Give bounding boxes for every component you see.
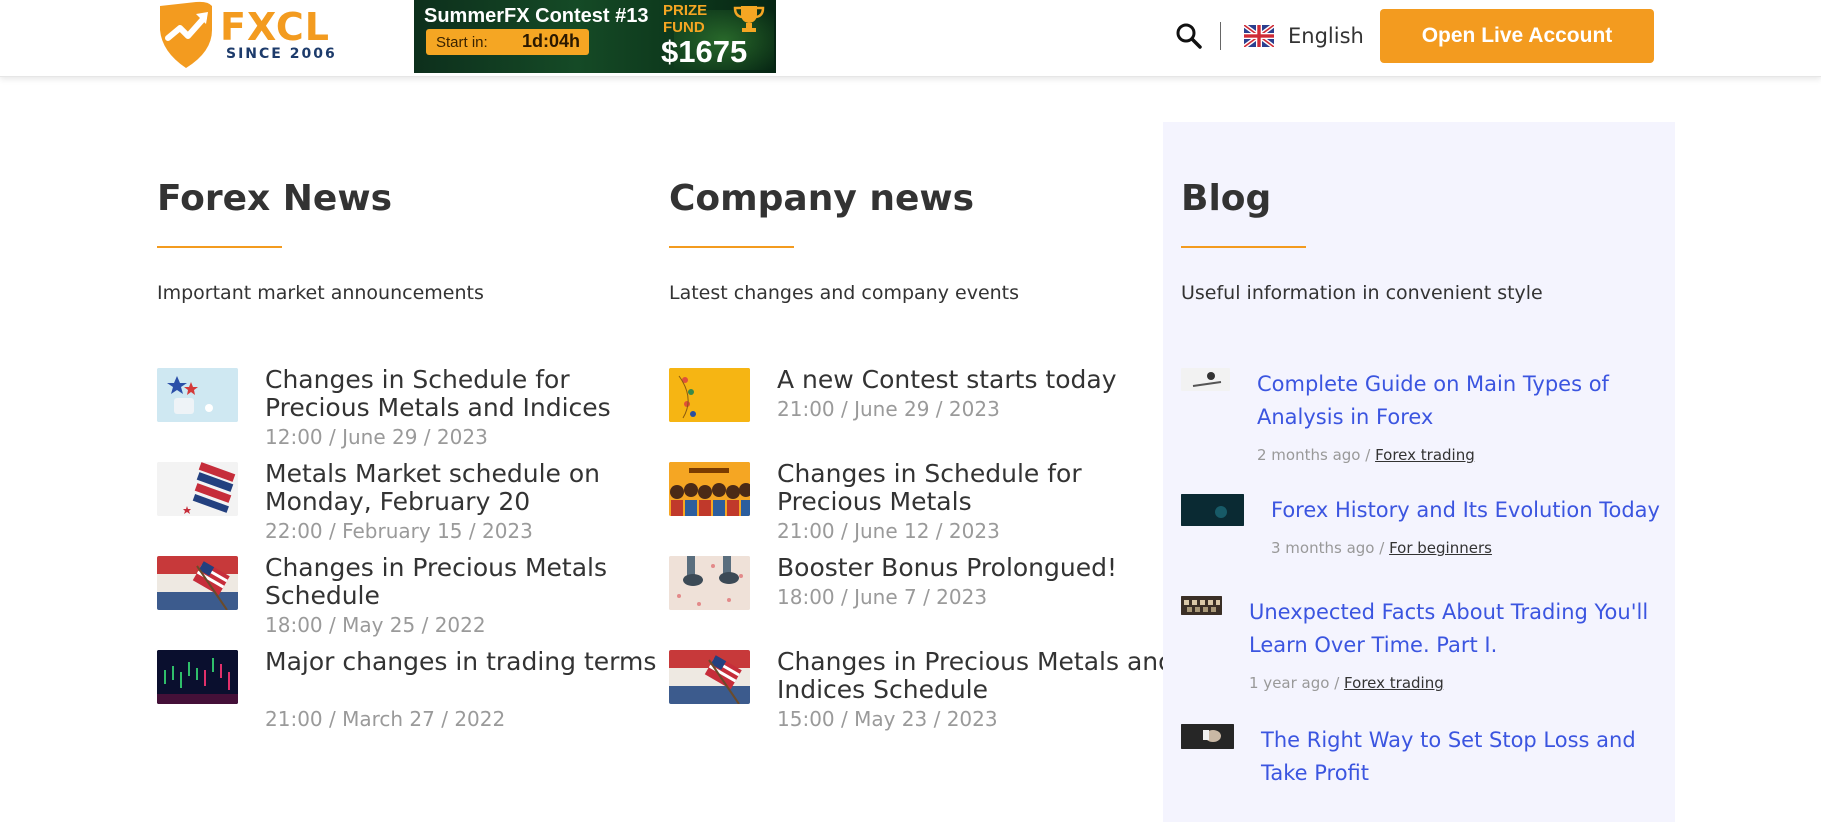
banner-title: SummerFX Contest #13	[424, 5, 649, 27]
blog-post-title[interactable]: The Right Way to Set Stop Loss and Take …	[1261, 724, 1641, 790]
news-date: 22:00 / February 15 / 2023	[265, 519, 533, 543]
blog-thumb	[1181, 494, 1244, 526]
banner-countdown: Start in: 1d:04h	[426, 29, 589, 55]
title-underline	[669, 246, 794, 248]
news-title[interactable]: Metals Market schedule on Monday, Februa…	[265, 460, 665, 516]
forex-news-section: Forex News Important market announcement…	[157, 122, 656, 762]
news-title[interactable]: Booster Bonus Prolongued!	[777, 554, 1177, 582]
news-date: 18:00 / June 7 / 2023	[777, 585, 988, 609]
news-date: 21:00 / June 29 / 2023	[777, 397, 1000, 421]
fxcl-logo[interactable]: FXCL SINCE 2006	[156, 0, 346, 70]
news-date: 12:00 / June 29 / 2023	[265, 425, 488, 449]
news-item[interactable]: Booster Bonus Prolongued! 18:00 / June 7…	[669, 554, 1159, 636]
logo-name: FXCL	[220, 5, 331, 49]
language-label: English	[1288, 24, 1364, 48]
blog-post-meta: 3 months ago / For beginners	[1271, 539, 1492, 557]
stars-thumb	[157, 368, 238, 422]
title-underline	[1181, 246, 1306, 248]
blog-post-category[interactable]: Forex trading	[1375, 446, 1475, 464]
countdown-label: Start in:	[436, 34, 488, 51]
blog-title: Blog	[1181, 178, 1272, 219]
news-title[interactable]: Major changes in trading terms	[265, 648, 665, 676]
news-date: 15:00 / May 23 / 2023	[777, 707, 998, 731]
blog-thumb	[1181, 724, 1234, 749]
company-news-section: Company news Latest changes and company …	[669, 122, 1174, 762]
prize-label-line1: PRIZE	[663, 2, 708, 19]
people-thumb	[669, 462, 750, 516]
company-news-subtitle: Latest changes and company events	[669, 282, 1020, 304]
news-title[interactable]: A new Contest starts today	[777, 366, 1177, 394]
blog-post-meta: 1 year ago / Forex trading	[1249, 674, 1444, 692]
us-flag-thumb	[669, 650, 750, 704]
blog-post-age: 1 year ago /	[1249, 674, 1340, 692]
shoes-thumb	[669, 556, 750, 610]
news-item[interactable]: Changes in Schedule for Precious Metals …	[669, 460, 1159, 543]
chart-thumb	[157, 650, 238, 704]
shield-logo-icon	[160, 1, 212, 68]
blog-post-category[interactable]: For beginners	[1389, 539, 1492, 557]
news-date: 21:00 / March 27 / 2022	[265, 707, 506, 731]
news-title[interactable]: Changes in Schedule for Precious Metals	[777, 460, 1177, 516]
blog-post-age: 3 months ago /	[1271, 539, 1385, 557]
language-selector[interactable]: English	[1244, 22, 1364, 50]
prize-amount: $1675	[661, 34, 748, 69]
blog-subtitle: Useful information in convenient style	[1181, 282, 1543, 304]
news-title[interactable]: Changes in Schedule for Precious Metals …	[265, 366, 665, 422]
blog-post-title[interactable]: Forex History and Its Evolution Today	[1271, 494, 1661, 527]
news-item[interactable]: Changes in Schedule for Precious Metals …	[157, 366, 647, 449]
news-title[interactable]: Changes in Precious Metals and Indices S…	[777, 648, 1177, 704]
news-item[interactable]: A new Contest starts today 21:00 / June …	[669, 366, 1159, 448]
news-item[interactable]: Changes in Precious Metals and Indices S…	[669, 648, 1174, 731]
us-flags-thumb	[157, 462, 238, 516]
blog-post-title[interactable]: Unexpected Facts About Trading You'll Le…	[1249, 596, 1649, 662]
company-news-title: Company news	[669, 178, 975, 219]
header-divider	[1220, 22, 1221, 50]
logo-since: SINCE 2006	[226, 46, 337, 62]
title-underline	[157, 246, 282, 248]
news-title[interactable]: Changes in Precious Metals Schedule	[265, 554, 665, 610]
blog-item[interactable]: Complete Guide on Main Types of Analysis…	[1181, 368, 1661, 468]
blog-section: Blog Useful information in convenient st…	[1163, 122, 1675, 822]
blog-thumb	[1181, 368, 1230, 391]
blog-post-title[interactable]: Complete Guide on Main Types of Analysis…	[1257, 368, 1637, 434]
contest-banner[interactable]: SummerFX Contest #13 Start in: 1d:04h PR…	[414, 0, 776, 73]
forex-news-title: Forex News	[157, 178, 393, 219]
news-date: 18:00 / May 25 / 2022	[265, 613, 486, 637]
blog-thumb	[1181, 596, 1222, 615]
blog-item[interactable]: The Right Way to Set Stop Loss and Take …	[1181, 724, 1661, 804]
countdown-value: 1d:04h	[522, 31, 581, 51]
blog-post-category[interactable]: Forex trading	[1344, 674, 1444, 692]
news-item[interactable]: Metals Market schedule on Monday, Februa…	[157, 460, 647, 543]
trophy-icon	[733, 6, 765, 32]
forex-news-subtitle: Important market announcements	[157, 282, 484, 304]
news-item[interactable]: Major changes in trading terms 21:00 / M…	[157, 648, 656, 731]
open-live-account-button[interactable]: Open Live Account	[1380, 9, 1654, 63]
news-item[interactable]: Changes in Precious Metals Schedule 18:0…	[157, 554, 647, 637]
blog-item[interactable]: Forex History and Its Evolution Today 3 …	[1181, 494, 1661, 564]
news-date: 21:00 / June 12 / 2023	[777, 519, 1000, 543]
prize-fund-label: PRIZE FUND	[663, 2, 707, 36]
uk-flag-icon	[1244, 25, 1274, 47]
us-flag-thumb	[157, 556, 238, 610]
search-icon[interactable]	[1175, 22, 1203, 50]
blog-post-age: 2 months ago /	[1257, 446, 1371, 464]
site-header: FXCL SINCE 2006 SummerFX Contest #13 Sta…	[0, 0, 1821, 77]
blog-post-meta: 2 months ago / Forex trading	[1257, 446, 1475, 464]
blog-item[interactable]: Unexpected Facts About Trading You'll Le…	[1181, 596, 1661, 696]
summer-thumb	[669, 368, 750, 422]
